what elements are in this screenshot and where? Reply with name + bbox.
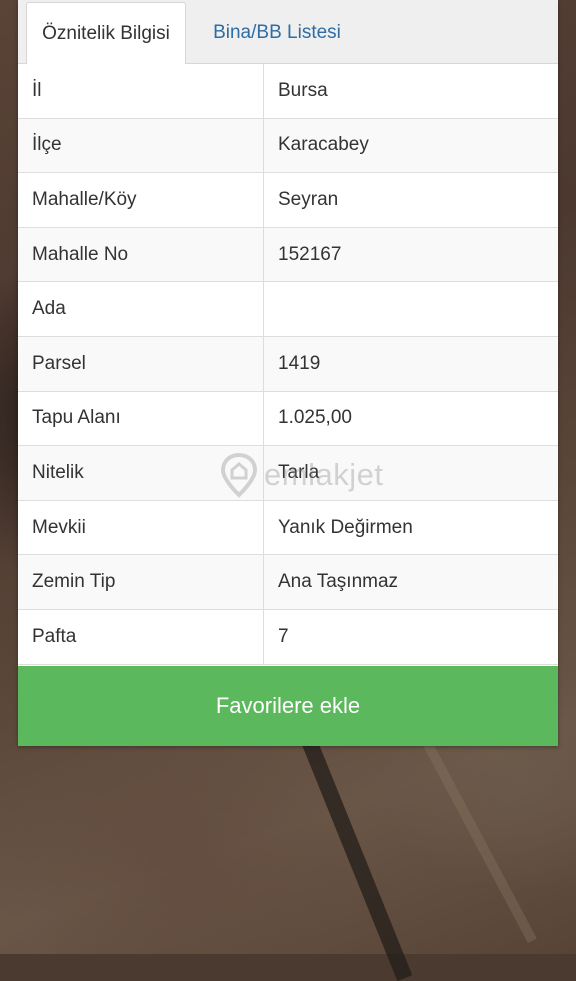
row-value: Yanık Değirmen xyxy=(278,516,413,538)
attribute-table: İl Bursa İlçe Karacabey Mahalle/Köy Seyr… xyxy=(18,64,558,665)
table-row: İlçe Karacabey xyxy=(18,118,558,174)
row-value: 1.025,00 xyxy=(278,407,352,429)
row-value: Tarla xyxy=(278,461,320,483)
row-value: 7 xyxy=(278,625,289,647)
row-label: Ada xyxy=(18,282,264,336)
tab-bar: Öznitelik Bilgisi Bina/BB Listesi xyxy=(18,0,558,65)
table-row: Mahalle No 152167 xyxy=(18,227,558,283)
add-to-favorites-button[interactable]: Favorilere ekle xyxy=(18,666,558,746)
row-label: İlçe xyxy=(18,118,264,173)
row-label: Mahalle/Köy xyxy=(18,173,264,227)
row-label: Pafta xyxy=(18,609,264,664)
table-row: Mahalle/Köy Seyran xyxy=(18,173,558,228)
row-value: Bursa xyxy=(278,79,328,101)
row-value: Karacabey xyxy=(278,134,369,156)
table-row: Mevkii Yanık Değirmen xyxy=(18,500,558,556)
row-label: Zemin Tip xyxy=(18,555,264,609)
row-label: Parsel xyxy=(18,336,264,391)
row-label: İl xyxy=(18,64,264,118)
table-row: İl Bursa xyxy=(18,64,558,119)
row-value: Ana Taşınmaz xyxy=(278,571,399,593)
table-row: Pafta 7 xyxy=(18,609,558,665)
parcel-info-panel: Öznitelik Bilgisi Bina/BB Listesi İl Bur… xyxy=(18,0,558,746)
table-row: Ada xyxy=(18,282,558,337)
row-label: Mahalle No xyxy=(18,227,264,282)
row-value: 1419 xyxy=(278,352,321,374)
row-label: Nitelik xyxy=(18,446,264,500)
row-value: Seyran xyxy=(278,188,339,210)
row-value xyxy=(264,282,558,336)
table-row: Tapu Alanı 1.025,00 xyxy=(18,391,558,447)
table-row: Nitelik Tarla xyxy=(18,446,558,501)
row-label: Tapu Alanı xyxy=(18,391,264,446)
row-value: 152167 xyxy=(278,243,342,265)
table-row: Zemin Tip Ana Taşınmaz xyxy=(18,555,558,610)
tab-attribute-info[interactable]: Öznitelik Bilgisi xyxy=(26,2,186,65)
tab-building-list[interactable]: Bina/BB Listesi xyxy=(192,2,362,64)
table-row: Parsel 1419 xyxy=(18,336,558,392)
row-label: Mevkii xyxy=(18,500,264,555)
